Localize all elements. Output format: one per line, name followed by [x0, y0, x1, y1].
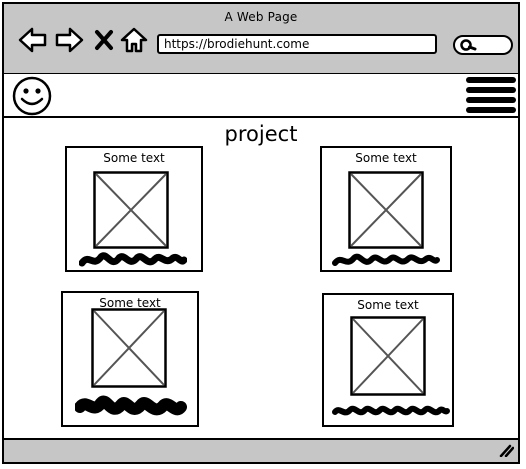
hamburger-menu-icon[interactable] [466, 77, 516, 115]
menu-line [466, 107, 516, 113]
image-placeholder-icon [91, 308, 167, 388]
project-card[interactable]: Some text [65, 146, 203, 272]
status-bar [4, 438, 518, 462]
search-icon [460, 39, 477, 51]
close-icon[interactable] [94, 26, 114, 54]
project-card[interactable]: Some text [320, 146, 452, 272]
browser-frame: A Web Page https://brodiehunt.come proje… [2, 2, 520, 464]
card-caption: Some text [103, 151, 165, 165]
site-header [4, 74, 518, 118]
menu-line [466, 97, 516, 103]
text-scribble-icon [332, 253, 440, 266]
card-caption: Some text [355, 151, 417, 165]
browser-window: A Web Page https://brodiehunt.come proje… [0, 0, 526, 469]
image-placeholder-icon [350, 316, 426, 396]
resize-grip-icon[interactable] [498, 443, 514, 457]
menu-line [466, 87, 516, 93]
address-bar[interactable]: https://brodiehunt.come [157, 34, 437, 54]
window-title: A Web Page [224, 10, 298, 24]
card-caption: Some text [357, 298, 419, 312]
arrow-left-icon[interactable] [18, 26, 48, 54]
menu-line [466, 77, 516, 83]
text-scribble-icon [75, 395, 187, 416]
project-card[interactable]: Some text [322, 293, 454, 427]
home-icon[interactable] [120, 26, 148, 54]
text-scribble-icon [79, 252, 187, 267]
image-placeholder-icon [348, 171, 424, 249]
browser-chrome: A Web Page https://brodiehunt.come [4, 4, 518, 76]
page-title: project [224, 122, 298, 146]
arrow-right-icon[interactable] [54, 26, 84, 54]
text-scribble-icon [332, 405, 450, 416]
smiley-icon[interactable] [11, 75, 53, 117]
project-card[interactable]: Some text [61, 291, 199, 427]
image-placeholder-icon [93, 171, 169, 249]
search-field[interactable] [453, 35, 513, 55]
